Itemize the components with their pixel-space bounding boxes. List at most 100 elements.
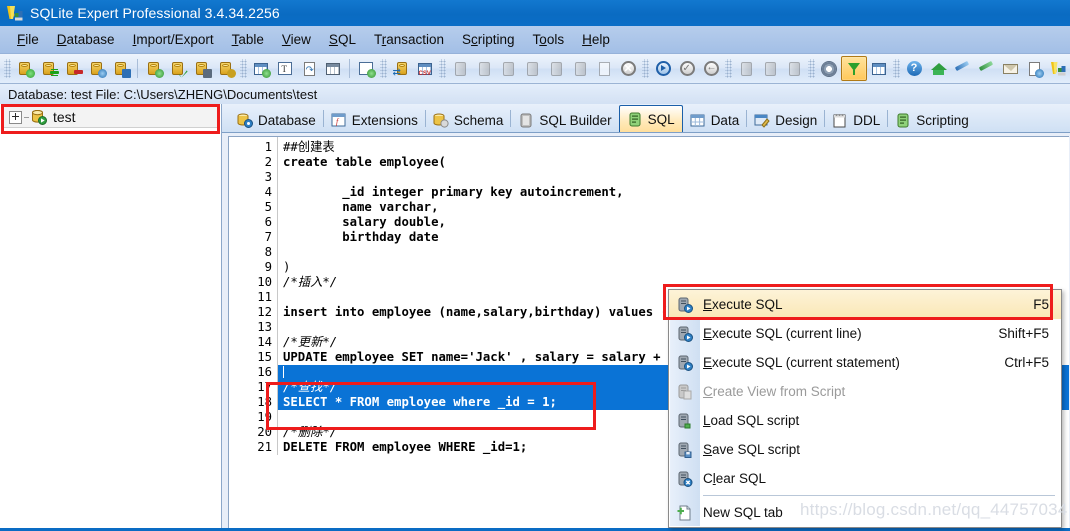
export-table-icon[interactable]: [354, 57, 378, 80]
script-view-icon[interactable]: [758, 57, 782, 80]
database-properties-icon[interactable]: [85, 57, 109, 80]
scripting-icon: [895, 113, 911, 128]
menu-tools[interactable]: Tools: [524, 30, 574, 49]
execute-icon[interactable]: [651, 57, 675, 80]
save-script-toolbar-icon[interactable]: [544, 57, 568, 80]
tab-sql-builder[interactable]: SQL Builder: [511, 108, 618, 132]
database-lock-icon[interactable]: [109, 57, 133, 80]
copy-script-icon[interactable]: [592, 57, 616, 80]
toolbar-grip-8[interactable]: [893, 59, 900, 78]
code-line: 2 create table employee(: [229, 155, 1069, 170]
tab-design[interactable]: Design: [747, 108, 824, 132]
line-number: 3: [264, 170, 272, 184]
line-text: ##创建表: [283, 140, 335, 154]
menu-item-execute-sql-current-line[interactable]: Execute SQL (current line) Shift+F5: [669, 319, 1061, 348]
new-database-icon[interactable]: [13, 57, 37, 80]
check-update-icon[interactable]: [1022, 57, 1046, 80]
database-icon: [237, 113, 253, 128]
line-number: 1: [264, 140, 272, 154]
sqlite-expert-logo-icon: [6, 5, 23, 22]
database-key-icon[interactable]: [214, 57, 238, 80]
mail-icon[interactable]: [998, 57, 1022, 80]
tab-data[interactable]: Data: [683, 108, 747, 132]
database-tree: test: [3, 106, 219, 132]
script-icon[interactable]: [472, 57, 496, 80]
save-sql-icon[interactable]: [568, 57, 592, 80]
sql-builder-icon: [518, 113, 534, 128]
rollback-icon[interactable]: ←: [699, 57, 723, 80]
menu-import-export[interactable]: Import/Export: [124, 30, 223, 49]
toolbar-grip-3[interactable]: [380, 59, 387, 78]
options-gear-icon[interactable]: [817, 57, 841, 80]
rename-table-icon[interactable]: T: [273, 57, 297, 80]
menu-view[interactable]: View: [273, 30, 320, 49]
line-number: 10: [257, 275, 272, 289]
script-save-icon[interactable]: [782, 57, 806, 80]
tab-extensions[interactable]: f Extensions: [324, 108, 425, 132]
attach-database-icon[interactable]: [142, 57, 166, 80]
database-tree-pane: test: [0, 104, 222, 531]
script-step-icon[interactable]: [734, 57, 758, 80]
filter-funnel-icon[interactable]: [841, 56, 867, 81]
line-number: 2: [264, 155, 272, 169]
export-csv-icon[interactable]: CSV: [413, 57, 437, 80]
tab-database-label: Database: [258, 112, 316, 128]
verify-database-icon[interactable]: [166, 57, 190, 80]
menu-item-execute-sql[interactable]: Execute SQL F5: [669, 290, 1061, 319]
run-script-icon[interactable]: [448, 57, 472, 80]
about-icon[interactable]: [950, 57, 974, 80]
cancel-icon[interactable]: ✕: [616, 57, 640, 80]
menu-item-label: Save SQL script: [703, 442, 801, 457]
menu-table[interactable]: Table: [223, 30, 273, 49]
toolbar-grip-5[interactable]: [642, 59, 649, 78]
help-icon[interactable]: ?: [902, 57, 926, 80]
script-run-icon[interactable]: [496, 57, 520, 80]
menu-help[interactable]: Help: [573, 30, 619, 49]
tab-scripting[interactable]: Scripting: [888, 108, 976, 132]
tab-design-label: Design: [775, 112, 818, 128]
title-bar: SQLite Expert Professional 3.4.34.2256: [0, 0, 1070, 26]
commit-icon[interactable]: ✓: [675, 57, 699, 80]
add-database-icon[interactable]: [37, 57, 61, 80]
menu-item-save-sql-script[interactable]: Save SQL script: [669, 435, 1061, 464]
register-icon[interactable]: [974, 57, 998, 80]
watermark-text: https://blog.csdn.net/qq_44757034: [800, 500, 1068, 519]
menu-database[interactable]: Database: [48, 30, 124, 49]
refresh-table-icon[interactable]: ↷: [297, 57, 321, 80]
menu-item-execute-sql-current-statement[interactable]: Execute SQL (current statement) Ctrl+F5: [669, 348, 1061, 377]
new-table-icon[interactable]: [249, 57, 273, 80]
load-script-toolbar-icon[interactable]: [520, 57, 544, 80]
tab-schema[interactable]: Schema: [426, 108, 511, 132]
menu-item-load-sql-script[interactable]: Load SQL script: [669, 406, 1061, 435]
line-number: 16: [257, 365, 272, 379]
remove-database-icon[interactable]: [61, 57, 85, 80]
sqlite-expert-icon[interactable]: [1046, 57, 1070, 80]
toolbar-separator-2: [349, 59, 350, 78]
menu-scripting[interactable]: Scripting: [453, 30, 524, 49]
line-number: 17: [257, 380, 272, 394]
menu-item-label: Clear SQL: [703, 471, 767, 486]
menu-transaction[interactable]: Transaction: [365, 30, 453, 49]
table-properties-icon[interactable]: [321, 57, 345, 80]
compact-database-icon[interactable]: [190, 57, 214, 80]
tree-node-test[interactable]: test: [3, 106, 219, 128]
menu-item-label: Execute SQL: [703, 297, 783, 312]
tab-sql[interactable]: SQL: [618, 105, 683, 132]
menu-file[interactable]: File: [8, 30, 48, 49]
new-tab-icon: [676, 505, 693, 521]
expand-plus-icon[interactable]: [9, 110, 22, 124]
tab-database[interactable]: Database: [230, 108, 323, 132]
toolbar-grip-6[interactable]: [725, 59, 732, 78]
toolbar-grip-4[interactable]: [439, 59, 446, 78]
menu-sql[interactable]: SQL: [320, 30, 365, 49]
home-icon[interactable]: [926, 57, 950, 80]
grid-view-icon[interactable]: [867, 57, 891, 80]
toolbar-grip-7[interactable]: [808, 59, 815, 78]
tab-ddl[interactable]: DDL: [825, 108, 887, 132]
menu-item-clear-sql[interactable]: Clear SQL: [669, 464, 1061, 493]
save-script-icon: [676, 442, 693, 458]
toolbar-grip-2[interactable]: [240, 59, 247, 78]
line-text: salary double,: [283, 215, 446, 229]
toolbar-grip[interactable]: [4, 59, 11, 78]
import-data-icon[interactable]: ⇄: [389, 57, 413, 80]
